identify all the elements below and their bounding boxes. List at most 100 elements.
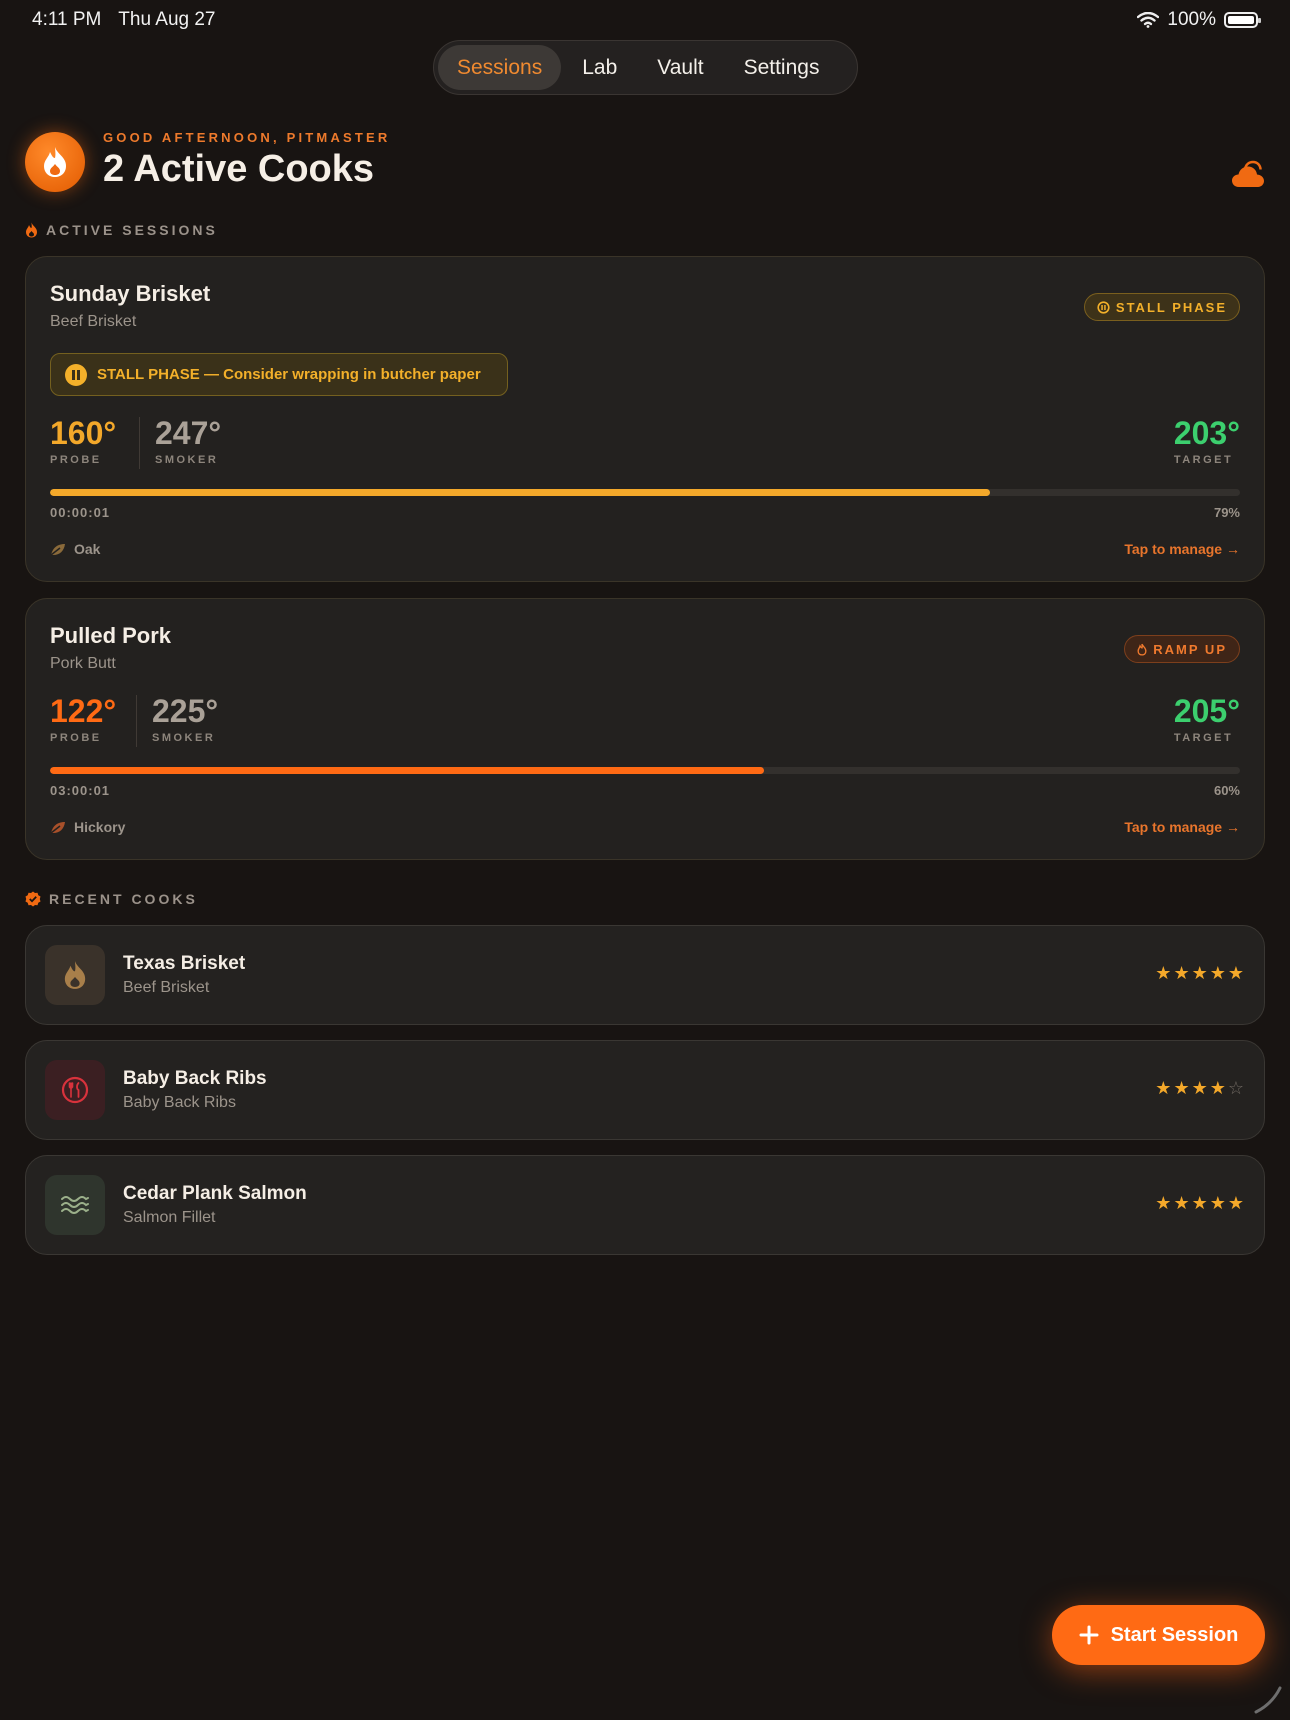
smoker-label: SMOKER	[152, 732, 216, 744]
section-active-sessions: ACTIVE SESSIONS	[25, 222, 218, 238]
avatar[interactable]	[25, 132, 85, 192]
tap-to-manage-link[interactable]: Tap to manage →	[1124, 819, 1240, 835]
status-time: 4:11 PM	[32, 9, 102, 30]
session-card-sunday-brisket[interactable]: Sunday Brisket Beef Brisket STALL PHASE …	[25, 256, 1265, 582]
wood-label: Oak	[74, 541, 101, 557]
status-date: Thu Aug 27	[118, 9, 216, 30]
tab-lab[interactable]: Lab	[563, 45, 636, 90]
progress-percent: 79%	[1213, 505, 1240, 520]
list-item[interactable]: Texas Brisket Beef Brisket ★ ★ ★ ★ ★	[25, 925, 1265, 1025]
recent-icon-tile	[45, 1060, 105, 1120]
star-filled-icon: ★	[1227, 1193, 1244, 1214]
star-filled-icon: ★	[1173, 1078, 1190, 1099]
probe-temp: 122° PROBE	[50, 693, 116, 744]
session-name: Pulled Pork	[50, 623, 172, 648]
session-card-pulled-pork[interactable]: Pulled Pork Pork Butt RAMP UP 122° PROBE…	[25, 598, 1265, 860]
target-value: 205°	[1173, 693, 1240, 729]
star-empty-icon: ☆	[1227, 1078, 1244, 1099]
list-item[interactable]: Baby Back Ribs Baby Back Ribs ★ ★ ★ ★ ☆	[25, 1040, 1265, 1140]
target-temp: 203° TARGET	[1174, 415, 1240, 466]
pause-icon	[65, 363, 87, 386]
leaf-icon	[50, 821, 65, 834]
smoker-temp: 247° SMOKER	[155, 415, 221, 466]
status-bar: 4:11 PM Thu Aug 27 100%	[0, 0, 1290, 40]
recent-cook-cut: Baby Back Ribs	[123, 1094, 236, 1111]
progress-fill	[50, 767, 764, 774]
smoker-label: SMOKER	[155, 454, 219, 466]
smoker-value: 247°	[155, 415, 222, 451]
greeting: GOOD AFTERNOON, PITMASTER	[103, 130, 391, 145]
recent-cook-name: Baby Back Ribs	[123, 1068, 267, 1089]
target-label: TARGET	[1173, 732, 1234, 744]
alert-text: STALL PHASE — Consider wrapping in butch…	[97, 366, 481, 383]
star-rating: ★ ★ ★ ★ ★	[1155, 1194, 1244, 1214]
temp-divider	[139, 417, 140, 469]
session-cut: Beef Brisket	[50, 313, 137, 330]
wifi-icon	[1137, 12, 1160, 28]
tab-settings[interactable]: Settings	[725, 45, 839, 90]
star-filled-icon: ★	[1227, 963, 1244, 984]
cook-progress-bar	[50, 489, 1240, 496]
battery-percent: 100%	[1167, 9, 1216, 30]
section-label-text: ACTIVE SESSIONS	[46, 222, 218, 238]
tab-vault[interactable]: Vault	[638, 45, 722, 90]
progress-percent: 60%	[1213, 783, 1240, 798]
star-rating: ★ ★ ★ ★ ☆	[1155, 1079, 1244, 1099]
elapsed-time: 00:00:01	[50, 505, 111, 520]
start-session-button[interactable]: Start Session	[1052, 1605, 1265, 1665]
cloud-icon[interactable]	[1231, 160, 1265, 190]
recent-cook-cut: Salmon Fillet	[123, 1209, 216, 1226]
smoker-value: 225°	[152, 693, 219, 729]
recent-icon-tile	[45, 1175, 105, 1235]
target-temp: 205° TARGET	[1174, 693, 1240, 744]
fork-knife-icon	[61, 1076, 89, 1104]
section-label-text: RECENT COOKS	[49, 891, 198, 907]
leaf-icon	[50, 543, 65, 556]
progress-fill	[50, 489, 991, 496]
recent-cook-name: Cedar Plank Salmon	[123, 1183, 307, 1204]
target-value: 203°	[1173, 415, 1240, 451]
stall-alert-banner: STALL PHASE — Consider wrapping in butch…	[50, 353, 508, 396]
session-name: Sunday Brisket	[50, 281, 211, 306]
star-filled-icon: ★	[1155, 1078, 1172, 1099]
flame-icon	[44, 147, 66, 177]
probe-value: 160°	[50, 415, 117, 451]
wood-label: Hickory	[74, 819, 126, 835]
section-recent-cooks: RECENT COOKS	[25, 891, 198, 907]
wood-type: Hickory	[50, 819, 125, 835]
wood-type: Oak	[50, 541, 100, 557]
star-filled-icon: ★	[1155, 963, 1172, 984]
probe-value: 122°	[50, 693, 117, 729]
tap-to-manage-link[interactable]: Tap to manage →	[1124, 541, 1240, 557]
star-filled-icon: ★	[1173, 963, 1190, 984]
flame-icon	[64, 961, 86, 989]
session-cut: Pork Butt	[50, 655, 116, 672]
star-filled-icon: ★	[1191, 1078, 1208, 1099]
check-badge-icon	[25, 891, 41, 907]
smoker-temp: 225° SMOKER	[152, 693, 218, 744]
waves-icon	[61, 1196, 89, 1214]
probe-temp: 160° PROBE	[50, 415, 116, 466]
resize-handle-icon[interactable]	[1252, 1682, 1284, 1714]
target-label: TARGET	[1173, 454, 1234, 466]
status-badge-label: STALL PHASE	[1115, 299, 1227, 315]
recent-cook-name: Texas Brisket	[123, 953, 246, 974]
battery-icon	[1224, 12, 1261, 28]
star-filled-icon: ★	[1173, 1193, 1190, 1214]
star-filled-icon: ★	[1155, 1193, 1172, 1214]
pause-circle-icon	[1097, 300, 1110, 314]
star-filled-icon: ★	[1209, 1078, 1226, 1099]
tab-sessions[interactable]: Sessions	[438, 45, 562, 90]
plus-icon	[1079, 1625, 1099, 1645]
start-session-label: Start Session	[1110, 1623, 1239, 1646]
star-filled-icon: ★	[1209, 963, 1226, 984]
star-filled-icon: ★	[1191, 963, 1208, 984]
temp-divider	[136, 695, 137, 747]
status-badge: RAMP UP	[1124, 635, 1240, 663]
list-item[interactable]: Cedar Plank Salmon Salmon Fillet ★ ★ ★ ★ ★	[25, 1155, 1265, 1255]
page-header: GOOD AFTERNOON, PITMASTER 2 Active Cooks	[25, 130, 1265, 200]
star-rating: ★ ★ ★ ★ ★	[1155, 964, 1244, 984]
page-title: 2 Active Cooks	[103, 148, 375, 190]
probe-label: PROBE	[50, 454, 102, 466]
recent-cook-cut: Beef Brisket	[123, 979, 210, 996]
